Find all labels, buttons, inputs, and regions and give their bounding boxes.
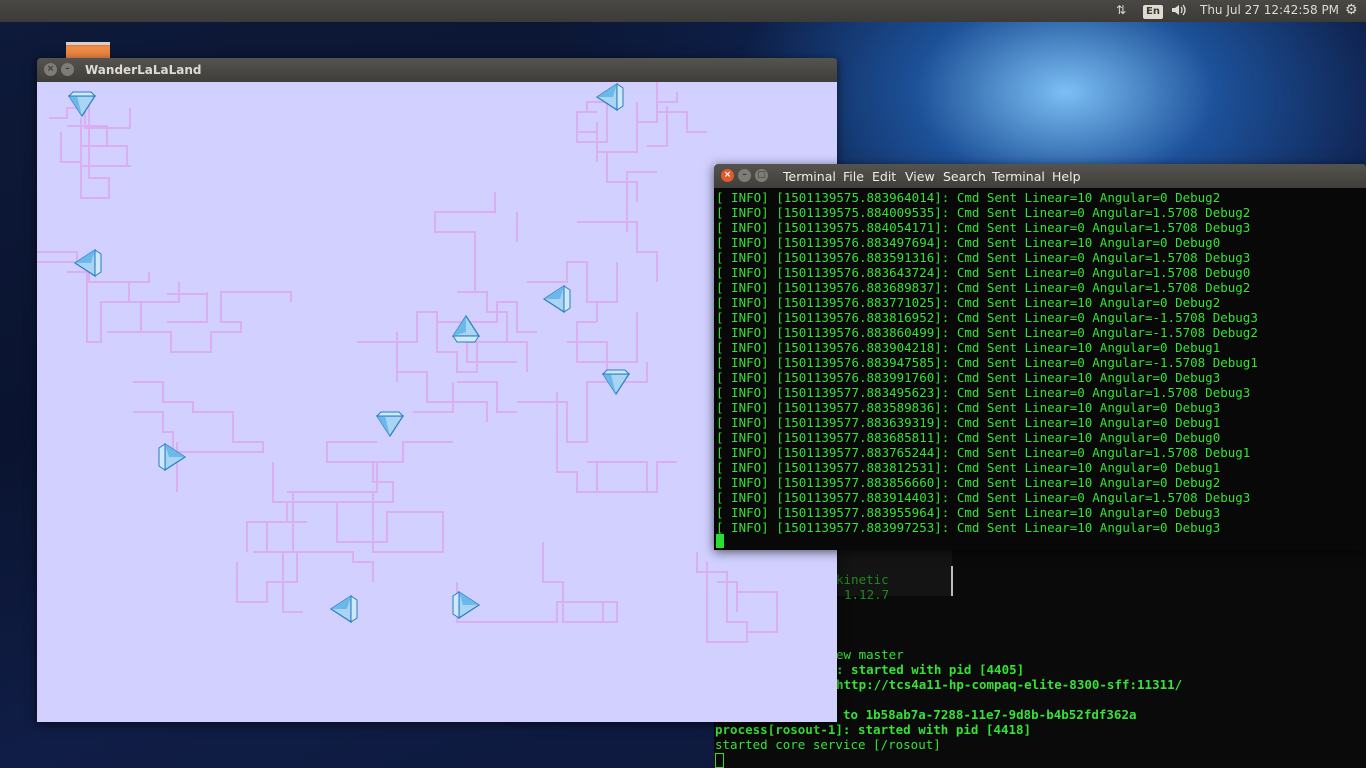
robot-icon[interactable] xyxy=(67,88,97,118)
terminal-log-line: [ INFO] [1501139575.884009535]: Cmd Sent… xyxy=(716,205,1251,220)
terminal-log-line: [ INFO] [1501139577.883955964]: Cmd Sent… xyxy=(716,505,1221,520)
keyboard-layout-label: En xyxy=(1143,5,1163,19)
terminal-log-line: [ INFO] [1501139577.883856660]: Cmd Sent… xyxy=(716,475,1221,490)
terminal-log-line: [ INFO] [1501139576.883497694]: Cmd Sent… xyxy=(716,235,1221,250)
robot-icon[interactable] xyxy=(542,284,574,314)
terminal-log-line: [ INFO] [1501139575.883964014]: Cmd Sent… xyxy=(716,190,1221,205)
terminal-line: 1.12.7 xyxy=(844,587,890,602)
terminal-line: started core service [/rosout] xyxy=(715,737,941,752)
minimize-button[interactable]: – xyxy=(61,63,74,76)
terminal-log-line: [ INFO] [1501139577.883639319]: Cmd Sent… xyxy=(716,415,1221,430)
terminal-log-line: [ INFO] [1501139576.883816952]: Cmd Sent… xyxy=(716,310,1258,325)
terminal-log-line: [ INFO] [1501139576.883860499]: Cmd Sent… xyxy=(716,325,1258,340)
robot-icon[interactable] xyxy=(329,594,361,624)
terminal-log-line: [ INFO] [1501139576.883991760]: Cmd Sent… xyxy=(716,370,1221,385)
terminal-log-line: [ INFO] [1501139576.883771025]: Cmd Sent… xyxy=(716,295,1221,310)
terminal-line: process[rosout-1]: started with pid [441… xyxy=(715,722,1032,737)
maximize-button[interactable]: □ xyxy=(755,169,768,182)
clock[interactable]: Thu Jul 27 12:42:58 PM xyxy=(1200,3,1339,17)
window-title: WanderLaLaLand xyxy=(85,63,202,77)
menu-help[interactable]: Help xyxy=(1052,169,1081,184)
top-panel: ⇅ En Thu Jul 27 12:42:58 PM ⚙ xyxy=(0,0,1366,22)
terminal-log-line: [ INFO] [1501139577.883765244]: Cmd Sent… xyxy=(716,445,1251,460)
terminal-line: http://tcs4a11-hp-compaq-elite-8300-sff:… xyxy=(836,677,1183,692)
keyboard-layout-indicator[interactable]: En xyxy=(1143,3,1163,19)
menu-search[interactable]: Search xyxy=(943,169,986,184)
terminal-log-line: [ INFO] [1501139576.883904218]: Cmd Sent… xyxy=(716,340,1221,355)
terminal-titlebar[interactable]: × – □ Terminal File Edit View Search Ter… xyxy=(714,164,1366,188)
terminal-cursor xyxy=(716,534,724,548)
terminal-log-line: [ INFO] [1501139577.883589836]: Cmd Sent… xyxy=(716,400,1221,415)
terminal-output[interactable]: [ INFO] [1501139577.883997253]: Cmd Sent… xyxy=(714,188,1366,550)
menu-file[interactable]: File xyxy=(843,169,864,184)
robot-icon[interactable] xyxy=(73,248,105,278)
wander-titlebar[interactable]: × – WanderLaLaLand xyxy=(37,58,837,82)
terminal-log-line: [ INFO] [1501139577.883495623]: Cmd Sent… xyxy=(716,385,1251,400)
robot-icon[interactable] xyxy=(595,82,627,112)
terminal-log-line: [ INFO] [1501139576.883947585]: Cmd Sent… xyxy=(716,355,1258,370)
terminal-log-line: [ INFO] [1501139577.883914403]: Cmd Sent… xyxy=(716,490,1251,505)
robot-icon[interactable] xyxy=(449,590,481,620)
close-button[interactable]: × xyxy=(44,63,57,76)
terminal-divider xyxy=(951,566,953,596)
terminal-line: ew master xyxy=(836,647,904,662)
terminal-log-line: [ INFO] [1501139576.883689837]: Cmd Sent… xyxy=(716,280,1251,295)
desktop-folder-icon[interactable] xyxy=(64,38,112,58)
volume-icon[interactable] xyxy=(1171,3,1187,20)
menu-edit[interactable]: Edit xyxy=(872,169,896,184)
close-button[interactable]: × xyxy=(721,169,734,182)
terminal-log-line: [ INFO] [1501139577.883812531]: Cmd Sent… xyxy=(716,460,1221,475)
terminal-cursor xyxy=(715,753,724,768)
robot-icon[interactable] xyxy=(155,442,187,472)
settings-gear-icon[interactable]: ⚙ xyxy=(1345,2,1358,18)
terminal-log-line: [ INFO] [1501139577.883997253]: Cmd Sent… xyxy=(716,520,1221,535)
robot-icon[interactable] xyxy=(375,408,405,438)
robot-icon[interactable] xyxy=(601,366,631,396)
terminal-line: : started with pid [4405] xyxy=(836,662,1025,677)
terminal-log-line: [ INFO] [1501139576.883643724]: Cmd Sent… xyxy=(716,265,1251,280)
menu-terminal[interactable]: Terminal xyxy=(992,169,1045,184)
terminal-log-line: [ INFO] [1501139576.883591316]: Cmd Sent… xyxy=(716,250,1251,265)
minimize-button[interactable]: – xyxy=(738,169,751,182)
window-title: Terminal xyxy=(783,169,836,184)
network-arrows-icon[interactable]: ⇅ xyxy=(1116,3,1126,17)
terminal-log-line: [ INFO] [1501139577.883685811]: Cmd Sent… xyxy=(716,430,1221,445)
terminal-line: to 1b58ab7a-7288-11e7-9d8b-b4b52fdf362a xyxy=(843,707,1137,722)
terminal-log-line: [ INFO] [1501139575.884054171]: Cmd Sent… xyxy=(716,220,1251,235)
menu-view[interactable]: View xyxy=(905,169,935,184)
robot-icon[interactable] xyxy=(451,314,481,344)
terminal-line: kinetic xyxy=(836,572,889,587)
terminal-window[interactable]: × – □ Terminal File Edit View Search Ter… xyxy=(714,164,1366,550)
